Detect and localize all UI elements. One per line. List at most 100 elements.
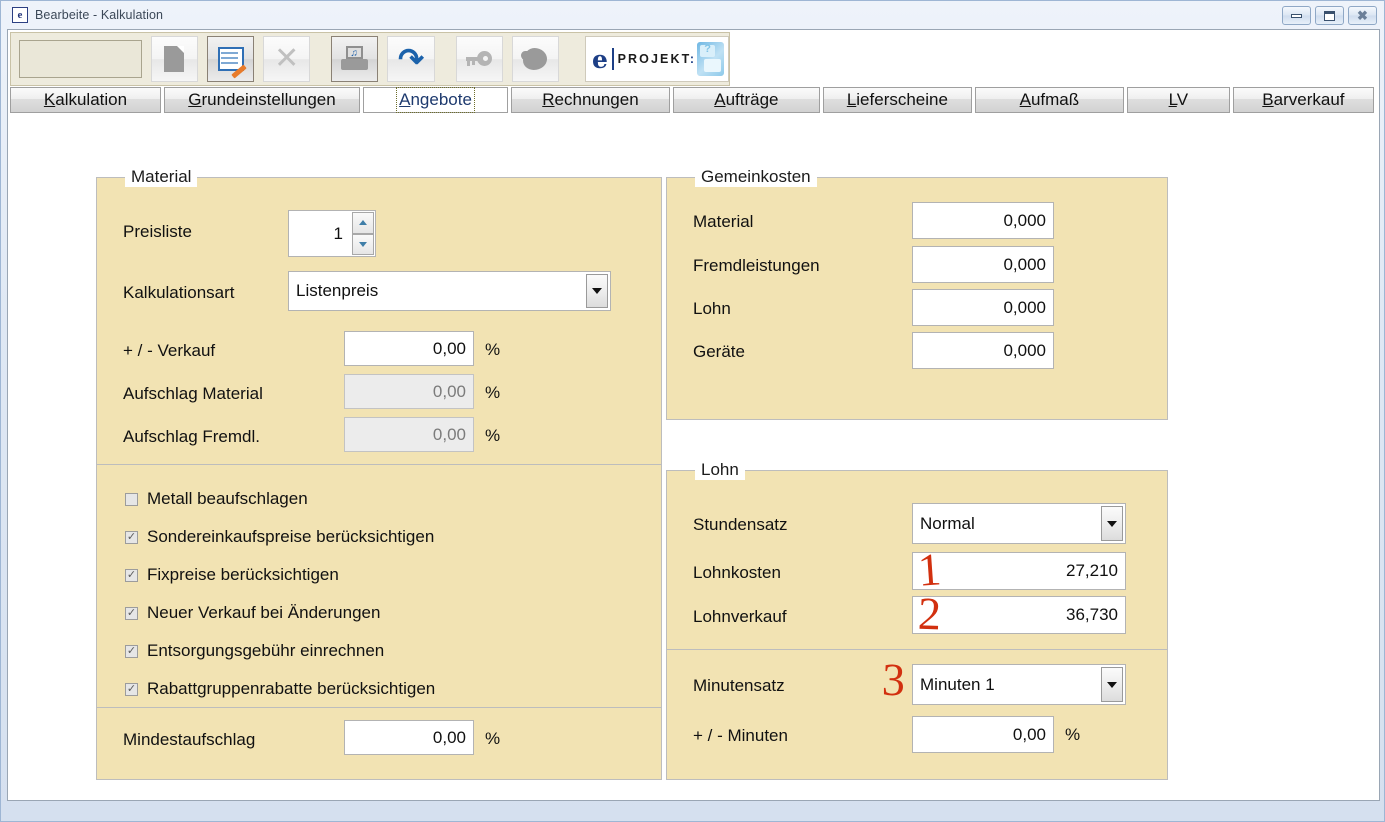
checkbox-label: Sondereinkaufspreise berücksichtigen — [147, 527, 435, 546]
checkbox-label: Neuer Verkauf bei Änderungen — [147, 603, 381, 622]
close-x-icon: ✕ — [274, 42, 300, 75]
preisliste-label: Preisliste — [123, 222, 192, 241]
undo-arrow-icon: ↶ — [398, 41, 425, 77]
checkbox-fixpreise[interactable]: ✓ — [125, 568, 138, 582]
checkbox-entsorgungsgebuehr[interactable]: ✓ — [125, 644, 138, 658]
checkbox-row-metall[interactable]: ✓ Metall beaufschlagen — [125, 489, 308, 509]
lohn-group-legend: Lohn — [695, 460, 745, 480]
tab-label: Barverkauf — [1262, 90, 1345, 109]
preisliste-stepper[interactable]: 1 — [288, 210, 376, 257]
checkbox-row-fixpreise[interactable]: ✓ Fixpreise berücksichtigen — [125, 565, 339, 585]
verkauf-unit: % — [485, 340, 501, 359]
eprojekt-logo: e PROJEKT: ? — [584, 36, 729, 82]
minimize-button[interactable] — [1282, 6, 1311, 25]
gemeinkosten-geraete-label: Geräte — [693, 342, 745, 361]
delete-button[interactable]: ✕ — [263, 36, 311, 82]
aufschlag-material-field[interactable]: 0,00 — [344, 374, 474, 409]
stepper-down-button[interactable] — [352, 233, 374, 255]
blob-button[interactable] — [511, 36, 559, 82]
lohnverkauf-field[interactable]: 36,730 — [912, 596, 1126, 634]
aufschlag-fremdl-unit: % — [485, 426, 501, 445]
key-icon — [466, 51, 493, 67]
plusminus-minuten-label: + / - Minuten — [693, 726, 788, 745]
undo-button[interactable]: ↶ — [387, 36, 435, 82]
kalkulationsart-dropdown-button[interactable] — [586, 274, 608, 308]
gemeinkosten-group: Gemeinkosten Material 0,000 Fremdleistun… — [666, 167, 1168, 420]
lohn-group-top: Lohn Stundensatz Normal Lohnkosten 27,21… — [666, 460, 1168, 650]
lohnkosten-field[interactable]: 27,210 — [912, 552, 1126, 590]
tab-auftraege[interactable]: Aufträge — [672, 87, 820, 113]
chevron-down-icon — [592, 288, 602, 294]
aufschlag-material-unit: % — [485, 383, 501, 402]
maximize-icon — [1324, 10, 1335, 21]
tab-grundeinstellungen[interactable]: Grundeinstellungen — [163, 87, 360, 113]
preisliste-stepper-buttons[interactable] — [352, 212, 374, 255]
checkbox-row-neuer-verkauf[interactable]: ✓ Neuer Verkauf bei Änderungen — [125, 603, 380, 623]
key-button[interactable] — [455, 36, 503, 82]
kalkulationsart-label: Kalkulationsart — [123, 283, 235, 302]
gemeinkosten-material-field[interactable]: 0,000 — [912, 202, 1054, 239]
minutensatz-label: Minutensatz — [693, 676, 785, 695]
toolbar-text-field[interactable] — [19, 40, 142, 78]
tab-aufmass[interactable]: Aufmaß — [974, 87, 1124, 113]
gemeinkosten-material-label: Material — [693, 212, 754, 231]
toolbar: ✕ ♫ ↶ e PROJEKT: ? — [10, 32, 730, 86]
blob-icon — [521, 48, 548, 70]
aufschlag-fremdl-label: Aufschlag Fremdl. — [123, 427, 260, 446]
stepper-up-button[interactable] — [352, 212, 374, 234]
minutensatz-dropdown-button[interactable] — [1101, 667, 1123, 702]
minutensatz-combo[interactable]: Minuten 1 — [912, 664, 1126, 705]
tab-rechnungen[interactable]: Rechnungen — [511, 87, 670, 113]
gemeinkosten-fremdleistungen-field[interactable]: 0,000 — [912, 246, 1054, 283]
close-icon: ✖ — [1357, 8, 1368, 23]
close-button[interactable]: ✖ — [1348, 6, 1377, 25]
tab-lieferscheine[interactable]: Lieferscheine — [822, 87, 972, 113]
print-button[interactable]: ♫ — [331, 36, 379, 82]
tab-label: Grundeinstellungen — [188, 90, 336, 109]
window-controls: ✖ — [1282, 6, 1377, 25]
logo-wordmark: PROJEKT: — [618, 52, 697, 66]
checkbox-row-entsorgungsgebuehr[interactable]: ✓ Entsorgungsgebühr einrechnen — [125, 641, 384, 661]
client-area: ✕ ♫ ↶ e PROJEKT: ? Kalkulation Grundeins… — [7, 29, 1380, 801]
tab-label: Rechnungen — [542, 90, 639, 109]
gemeinkosten-lohn-label: Lohn — [693, 299, 731, 318]
mindestaufschlag-field[interactable]: 0,00 — [344, 720, 474, 755]
checkbox-label: Rabattgruppenrabatte berücksichtigen — [147, 679, 436, 698]
checkbox-label: Metall beaufschlagen — [147, 489, 308, 508]
edit-document-button[interactable] — [206, 36, 255, 82]
tab-label: Kalkulation — [43, 90, 128, 109]
application-window: e Bearbeite - Kalkulation ✖ ✕ ♫ ↶ e PROJ… — [0, 0, 1385, 822]
checkbox-sondereinkaufspreise[interactable]: ✓ — [125, 530, 138, 544]
verkauf-field[interactable]: 0,00 — [344, 331, 474, 366]
tab-lv[interactable]: LV — [1126, 87, 1230, 113]
plusminus-minuten-field[interactable]: 0,00 — [912, 716, 1054, 753]
minimize-icon — [1291, 13, 1302, 18]
gemeinkosten-geraete-field[interactable]: 0,000 — [912, 332, 1054, 369]
tab-kalkulation[interactable]: Kalkulation — [10, 87, 161, 113]
material-group-mindestaufschlag: Mindestaufschlag 0,00 % — [96, 708, 662, 780]
kalkulationsart-combo[interactable]: Listenpreis — [288, 271, 611, 311]
checkbox-row-sondereinkaufspreise[interactable]: ✓ Sondereinkaufspreise berücksichtigen — [125, 527, 434, 547]
lohnkosten-label: Lohnkosten — [693, 563, 781, 582]
gemeinkosten-fremdleistungen-label: Fremdleistungen — [693, 256, 820, 275]
tab-angebote[interactable]: Angebote — [362, 87, 509, 113]
checkbox-row-rabattgruppenrabatte[interactable]: ✓ Rabattgruppenrabatte berücksichtigen — [125, 679, 435, 699]
aufschlag-fremdl-field[interactable]: 0,00 — [344, 417, 474, 452]
checkbox-rabattgruppenrabatte[interactable]: ✓ — [125, 682, 138, 696]
chevron-down-icon — [1107, 681, 1117, 688]
lohn-group-minuten: Minutensatz Minuten 1 + / - Minuten 0,00… — [666, 650, 1168, 780]
edit-document-icon — [217, 47, 247, 79]
lohnverkauf-label: Lohnverkauf — [693, 607, 787, 626]
gemeinkosten-lohn-field[interactable]: 0,000 — [912, 289, 1054, 326]
new-document-button[interactable] — [150, 36, 198, 82]
stundensatz-combo[interactable]: Normal — [912, 503, 1126, 544]
tab-label: Lieferscheine — [846, 90, 948, 109]
maximize-button[interactable] — [1315, 6, 1344, 25]
checkbox-label: Entsorgungsgebühr einrechnen — [147, 641, 385, 660]
gemeinkosten-group-legend: Gemeinkosten — [695, 167, 817, 187]
checkbox-metall[interactable]: ✓ — [125, 492, 138, 506]
tab-barverkauf[interactable]: Barverkauf — [1232, 87, 1374, 113]
minutensatz-value: Minuten 1 — [920, 674, 995, 694]
checkbox-neuer-verkauf[interactable]: ✓ — [125, 606, 138, 620]
stundensatz-dropdown-button[interactable] — [1101, 506, 1123, 541]
